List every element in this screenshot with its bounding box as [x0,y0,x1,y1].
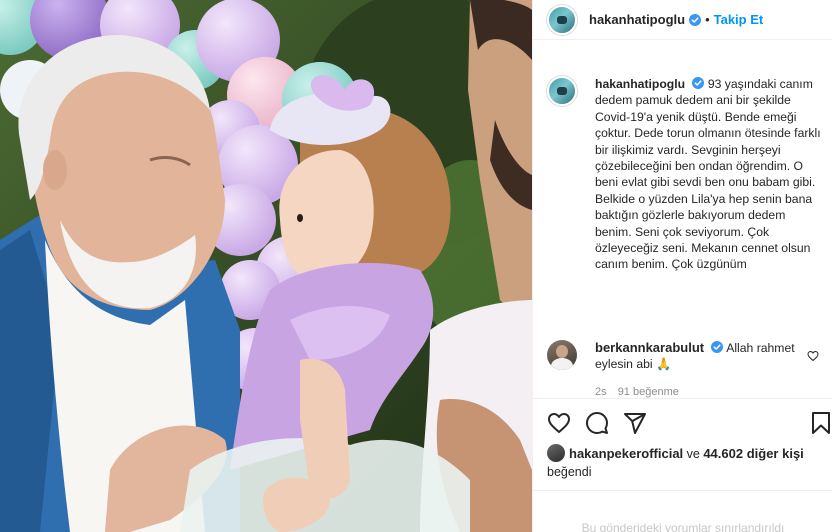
comment-likes[interactable]: 91 beğenme [618,386,679,398]
likes-summary: hakanpekerofficial ve 44.602 diğer kişi … [547,444,827,481]
post-caption: hakanhatipoglu 93 yaşındaki canım dedem … [547,76,821,273]
header-user: hakanhatipoglu • Takip Et [589,12,763,27]
comment-body: berkannkarabulut Allah rahmet eylesin ab… [595,340,805,373]
commenter-username[interactable]: berkannkarabulut [595,340,704,355]
likes-suffix: beğendi [547,465,592,479]
heart-icon[interactable] [547,411,571,435]
follow-button[interactable]: Takip Et [714,12,764,27]
verified-badge-icon [689,13,702,26]
verified-badge-icon [711,341,724,353]
likes-count[interactable]: 44.602 diğer kişi [703,446,803,461]
caption-username[interactable]: hakanhatipoglu [595,77,685,91]
comments-disabled-notice: Bu gönderideki yorumlar sınırlandırıldı [581,521,785,532]
comment-item: berkannkarabulut Allah rahmet eylesin ab… [547,340,827,373]
caption-body: 93 yaşındaki canım dedem pamuk dedem ani… [595,77,821,272]
photo-illustration [0,0,532,532]
author-username[interactable]: hakanhatipoglu [589,12,685,27]
action-bar [533,398,832,438]
post-photo[interactable] [0,0,532,532]
caption-text-block: hakanhatipoglu 93 yaşındaki canım dedem … [595,76,821,273]
verified-badge-icon [692,77,705,89]
commenter-avatar[interactable] [547,340,577,370]
comments-footer: Bu gönderideki yorumlar sınırlandırıldı [533,490,832,532]
comment-like-heart-icon[interactable] [807,350,819,362]
post-header: hakanhatipoglu • Takip Et [533,0,832,40]
comment-time[interactable]: 2s [595,386,607,398]
comment-icon[interactable] [585,411,609,435]
comment-meta: 2s 91 beğenme [595,386,687,398]
post-side-panel: hakanhatipoglu • Takip Et hakanhatipoglu… [532,0,832,532]
header-separator: • [705,12,710,27]
likes-connector: ve [686,447,700,461]
share-icon[interactable] [623,411,647,435]
liker-avatar[interactable] [547,444,565,462]
bookmark-icon[interactable] [809,411,832,435]
pray-emoji: 🙏 [655,357,672,372]
caption-author-avatar[interactable] [547,76,577,106]
author-avatar[interactable] [547,4,577,35]
liker-username[interactable]: hakanpekerofficial [569,446,683,461]
comments-area[interactable]: hakanhatipoglu 93 yaşındaki canım dedem … [533,40,832,398]
